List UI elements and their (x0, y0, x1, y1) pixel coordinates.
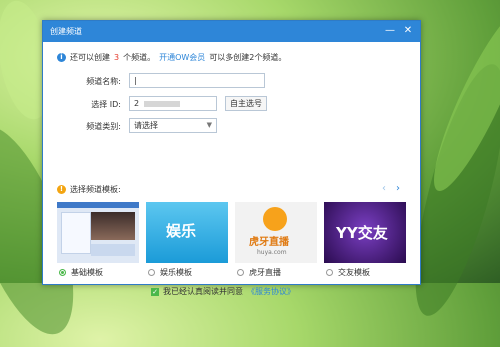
template-option-basic[interactable]: 基础模板 (59, 267, 103, 278)
template-label: 交友模板 (338, 268, 370, 277)
warning-icon: ! (57, 185, 66, 194)
next-arrow-icon[interactable]: › (396, 183, 400, 194)
channel-type-select[interactable]: 请选择 ▼ (129, 118, 217, 133)
dialog-title: 创建频道 (50, 27, 82, 36)
thumb-huya-sub: huya.com (257, 249, 287, 256)
template-option-dating[interactable]: 交友模板 (326, 267, 370, 278)
huya-logo-icon (263, 207, 287, 231)
template-option-entertainment[interactable]: 娱乐模板 (148, 267, 192, 278)
vip-link[interactable]: 开通OW会员 (159, 52, 205, 63)
channel-type-label: 频道类别: (86, 122, 121, 131)
quota-text-mid: 个频道。 (123, 53, 156, 62)
template-thumb-dating[interactable]: YY交友 (324, 202, 406, 263)
create-channel-dialog: 创建频道 — ✕ i 还可以创建 3 个频道。 开通OW会员 可以多创建2个频道… (42, 20, 421, 296)
quota-text-pre: 还可以创建 (70, 53, 110, 62)
thumb-basic-panel (61, 212, 91, 254)
thumb-huya-text: 虎牙直播 (249, 237, 289, 248)
template-label: 娱乐模板 (160, 268, 192, 277)
channel-name-input[interactable]: | (129, 73, 265, 88)
thumb-dating-text: YY交友 (336, 224, 388, 242)
agreement-checkbox[interactable]: ✓ (151, 287, 159, 296)
radio[interactable] (326, 269, 333, 276)
service-agreement-link[interactable]: 《服务协议》 (247, 286, 295, 297)
chevron-down-icon: ▼ (206, 121, 212, 129)
template-thumb-entertainment[interactable]: 娱乐 (146, 202, 228, 263)
channel-id-label: 选择 ID: (91, 100, 121, 109)
channel-name-label: 频道名称: (86, 77, 121, 86)
radio-selected[interactable] (59, 269, 66, 276)
template-thumb-basic[interactable] (57, 202, 139, 263)
template-label: 虎牙直播 (249, 268, 281, 277)
custom-id-button[interactable]: 自主选号 (225, 96, 267, 111)
radio[interactable] (148, 269, 155, 276)
channel-id-value: 2 (134, 99, 140, 108)
template-section-header: ! 选择频道模板: (57, 184, 121, 195)
channel-id-input[interactable]: 2 (129, 96, 217, 111)
prev-arrow-icon[interactable]: ‹ (382, 183, 386, 194)
thumb-basic-footer (91, 244, 135, 256)
channel-name-value: | (134, 76, 137, 85)
thumb-basic-image (91, 212, 135, 240)
channel-type-value: 请选择 (134, 121, 158, 130)
radio[interactable] (237, 269, 244, 276)
thumb-basic-header (57, 202, 139, 208)
quota-count: 3 (114, 53, 120, 62)
minimize-icon[interactable]: — (382, 23, 398, 39)
agreement-text: 我已经认真阅读并同意 (163, 287, 243, 296)
template-label: 基础模板 (71, 268, 103, 277)
id-blur-mask (143, 100, 180, 107)
template-section-label: 选择频道模板: (70, 185, 121, 194)
close-icon[interactable]: ✕ (400, 23, 416, 39)
template-option-huya[interactable]: 虎牙直播 (237, 267, 281, 278)
info-icon: i (57, 53, 66, 62)
template-pager: ‹ › (382, 183, 400, 194)
template-thumb-huya[interactable]: 虎牙直播 huya.com (235, 202, 317, 263)
quota-text-post: 可以多创建2个频道。 (209, 53, 287, 62)
channel-quota-info: i 还可以创建 3 个频道。 开通OW会员 可以多创建2个频道。 (57, 52, 286, 63)
agreement-row: ✓ 我已经认真阅读并同意 《服务协议》 (151, 286, 295, 297)
dialog-titlebar: 创建频道 — ✕ (43, 21, 420, 42)
thumb-entertainment-text: 娱乐 (166, 222, 197, 240)
